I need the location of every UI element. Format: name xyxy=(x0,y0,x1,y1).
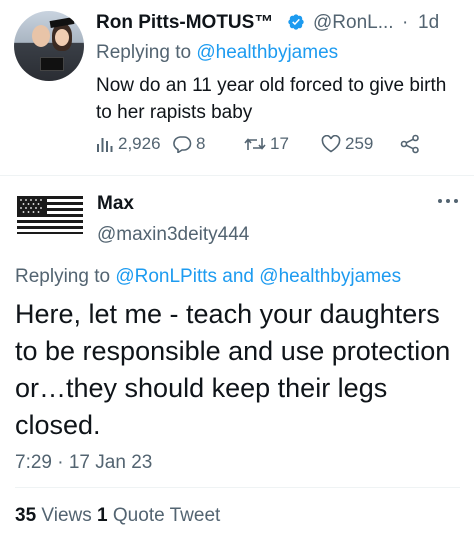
divider xyxy=(0,175,474,176)
replying-prefix: Replying to xyxy=(15,266,116,287)
main-replying-to: Replying to @RonLPitts and @healthbyjame… xyxy=(15,266,401,288)
quote-label: Quote Tweet xyxy=(107,505,221,526)
tweet-timestamp[interactable]: 7:29 · 17 Jan 23 xyxy=(15,452,152,474)
verified-badge-icon xyxy=(288,14,304,30)
replying-and: and xyxy=(217,266,260,287)
like-metric[interactable]: 259 xyxy=(321,134,373,154)
like-count: 259 xyxy=(345,134,374,153)
main-tweet-text: Here, let me - teach your daughters to b… xyxy=(15,299,451,440)
author-display-name[interactable]: Max xyxy=(97,193,134,215)
parent-handle[interactable]: @RonL... xyxy=(313,12,394,34)
retweet-count: 17 xyxy=(270,134,289,153)
reply-count: 8 xyxy=(196,134,206,153)
parent-replying-to: Replying to @healthbyjames xyxy=(96,42,338,64)
like-icon xyxy=(321,135,341,153)
views-metric[interactable]: 2,926 xyxy=(96,134,161,154)
parent-tweet-text: Now do an 11 year old forced to give bir… xyxy=(96,75,447,123)
quote-tweets-link[interactable]: 1 Quote Tweet xyxy=(97,505,220,526)
retweet-icon xyxy=(244,138,266,150)
quote-count: 1 xyxy=(97,505,108,526)
parent-display-name[interactable]: Ron Pitts-MOTUS™ xyxy=(96,12,273,34)
avatar[interactable] xyxy=(14,11,84,81)
share-button[interactable] xyxy=(400,134,420,154)
replying-to-link-1[interactable]: @RonLPitts xyxy=(115,266,217,287)
divider xyxy=(15,487,460,488)
author-handle[interactable]: @maxin3deity444 xyxy=(97,224,249,246)
flag-avatar-icon[interactable] xyxy=(15,193,85,237)
avatar-person-1 xyxy=(32,25,50,47)
reply-icon xyxy=(173,136,192,153)
replying-to-link-2[interactable]: @healthbyjames xyxy=(259,266,401,287)
share-icon xyxy=(400,134,419,154)
views-icon xyxy=(97,138,113,152)
replying-prefix: Replying to xyxy=(96,42,197,63)
tweet-stats: 35 Views 1 Quote Tweet xyxy=(15,505,220,527)
views-label: Views xyxy=(36,505,98,526)
parent-time-ago[interactable]: 1d xyxy=(418,12,439,34)
diploma-icon xyxy=(40,57,64,71)
more-options-icon[interactable] xyxy=(437,196,459,206)
separator-dot: · xyxy=(402,12,409,33)
retweet-metric[interactable]: 17 xyxy=(244,134,289,154)
reply-metric[interactable]: 8 xyxy=(172,134,205,154)
replying-to-link[interactable]: @healthbyjames xyxy=(196,42,338,63)
avatar-person-2 xyxy=(55,29,69,46)
views-count: 2,926 xyxy=(118,134,161,153)
views-count: 35 xyxy=(15,505,37,526)
